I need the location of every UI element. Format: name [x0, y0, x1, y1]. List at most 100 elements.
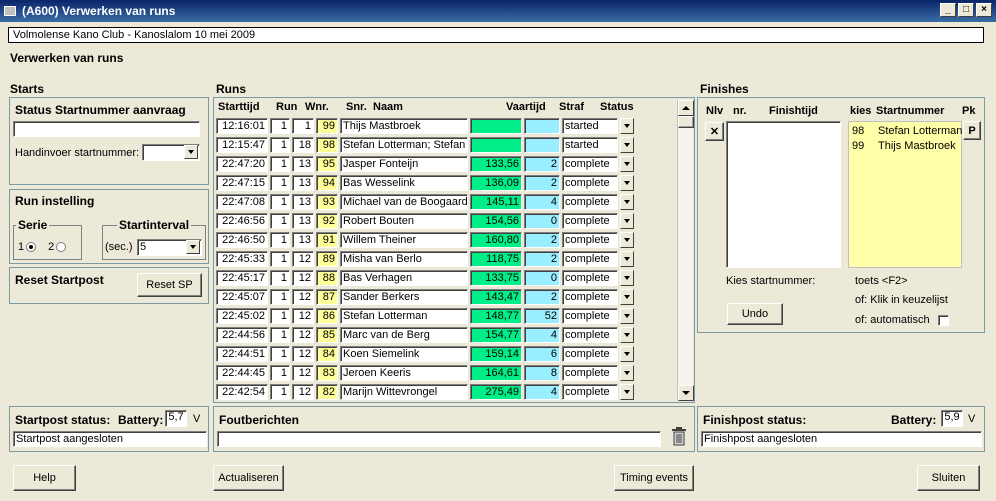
- naam-cell[interactable]: Bas Verhagen: [340, 270, 468, 286]
- wnr-cell[interactable]: 12: [292, 346, 314, 362]
- run-cell[interactable]: 1: [270, 365, 290, 381]
- reset-sp-button[interactable]: Reset SP: [137, 273, 202, 297]
- straf-cell[interactable]: 0: [524, 270, 560, 286]
- serie-1-radio[interactable]: [26, 242, 37, 252]
- run-cell[interactable]: 1: [270, 289, 290, 305]
- naam-cell[interactable]: Marijn Wittevrongel: [340, 384, 468, 400]
- naam-cell[interactable]: Marc van de Berg: [340, 327, 468, 343]
- vaartijd-cell[interactable]: 275,49: [470, 384, 522, 400]
- status-cell[interactable]: complete: [562, 194, 618, 210]
- naam-cell[interactable]: Misha van Berlo: [340, 251, 468, 267]
- chevron-down-icon[interactable]: [620, 346, 634, 362]
- wnr-cell[interactable]: 12: [292, 308, 314, 324]
- wnr-cell[interactable]: 1: [292, 118, 314, 134]
- straf-cell[interactable]: 4: [524, 384, 560, 400]
- run-cell[interactable]: 1: [270, 137, 290, 153]
- straf-cell[interactable]: 2: [524, 251, 560, 267]
- starttijd-cell[interactable]: 22:46:56: [216, 213, 268, 229]
- runs-scrollbar[interactable]: [677, 100, 694, 401]
- straf-cell[interactable]: 4: [524, 194, 560, 210]
- close-icon[interactable]: ×: [976, 3, 992, 17]
- starttijd-cell[interactable]: 22:47:20: [216, 156, 268, 172]
- snr-cell[interactable]: 87: [316, 289, 338, 305]
- vaartijd-cell[interactable]: 145,11: [470, 194, 522, 210]
- starttijd-cell[interactable]: 22:44:51: [216, 346, 268, 362]
- undo-button[interactable]: Undo: [727, 303, 783, 325]
- chevron-down-icon[interactable]: [620, 365, 634, 381]
- run-cell[interactable]: 1: [270, 384, 290, 400]
- run-cell[interactable]: 1: [270, 175, 290, 191]
- chevron-down-icon[interactable]: [620, 384, 634, 400]
- vaartijd-cell[interactable]: 154,56: [470, 213, 522, 229]
- status-cell[interactable]: complete: [562, 232, 618, 248]
- table-row[interactable]: 12:15:47 1 18 98 Stefan Lotterman; Stefan sta…: [216, 137, 634, 153]
- naam-cell[interactable]: Robert Bouten: [340, 213, 468, 229]
- scroll-up-icon[interactable]: [678, 100, 694, 116]
- chevron-down-icon[interactable]: [620, 270, 634, 286]
- chevron-down-icon[interactable]: [186, 240, 200, 254]
- naam-cell[interactable]: Jeroen Keeris: [340, 365, 468, 381]
- naam-cell[interactable]: Stefan Lotterman: [340, 308, 468, 324]
- auto-checkbox[interactable]: [938, 315, 949, 326]
- maximize-icon[interactable]: □: [958, 3, 974, 17]
- wnr-cell[interactable]: 12: [292, 289, 314, 305]
- straf-cell[interactable]: 6: [524, 346, 560, 362]
- straf-cell[interactable]: 8: [524, 365, 560, 381]
- wnr-cell[interactable]: 12: [292, 270, 314, 286]
- table-row[interactable]: 22:44:56 1 12 85 Marc van de Berg 154,77 4 comp…: [216, 327, 634, 343]
- snr-cell[interactable]: 99: [316, 118, 338, 134]
- choice-name[interactable]: Thijs Mastbroek: [878, 140, 956, 152]
- table-row[interactable]: 22:47:15 1 13 94 Bas Wesselink 136,09 2 complet…: [216, 175, 634, 191]
- chevron-down-icon[interactable]: [620, 213, 634, 229]
- table-row[interactable]: 22:45:17 1 12 88 Bas Verhagen 133,75 0 complete: [216, 270, 634, 286]
- chevron-down-icon[interactable]: [620, 118, 634, 134]
- status-field[interactable]: [13, 121, 200, 137]
- scroll-down-icon[interactable]: [678, 385, 694, 401]
- run-cell[interactable]: 1: [270, 118, 290, 134]
- snr-cell[interactable]: 85: [316, 327, 338, 343]
- table-row[interactable]: 22:45:33 1 12 89 Misha van Berlo 118,75 2 compl…: [216, 251, 634, 267]
- vaartijd-cell[interactable]: [470, 118, 522, 134]
- run-cell[interactable]: 1: [270, 270, 290, 286]
- table-row[interactable]: 12:16:01 1 1 99 Thijs Mastbroek started: [216, 118, 634, 134]
- vaartijd-cell[interactable]: 136,09: [470, 175, 522, 191]
- chevron-down-icon[interactable]: [620, 251, 634, 267]
- starttijd-cell[interactable]: 12:16:01: [216, 118, 268, 134]
- chevron-down-icon[interactable]: [620, 194, 634, 210]
- starttijd-cell[interactable]: 22:45:02: [216, 308, 268, 324]
- chevron-down-icon[interactable]: [620, 137, 634, 153]
- status-cell[interactable]: complete: [562, 289, 618, 305]
- wnr-cell[interactable]: 12: [292, 384, 314, 400]
- snr-cell[interactable]: 82: [316, 384, 338, 400]
- starttijd-cell[interactable]: 22:46:50: [216, 232, 268, 248]
- status-cell[interactable]: complete: [562, 327, 618, 343]
- wnr-cell[interactable]: 13: [292, 213, 314, 229]
- status-cell[interactable]: complete: [562, 213, 618, 229]
- table-row[interactable]: 22:45:07 1 12 87 Sander Berkers 143,47 2 comple…: [216, 289, 634, 305]
- run-cell[interactable]: 1: [270, 232, 290, 248]
- wnr-cell[interactable]: 18: [292, 137, 314, 153]
- vaartijd-cell[interactable]: 160,80: [470, 232, 522, 248]
- chevron-down-icon[interactable]: [620, 289, 634, 305]
- actualiseren-button[interactable]: Actualiseren: [213, 465, 284, 491]
- run-cell[interactable]: 1: [270, 194, 290, 210]
- wnr-cell[interactable]: 12: [292, 365, 314, 381]
- table-row[interactable]: 22:44:51 1 12 84 Koen Siemelink 159,14 6 comple…: [216, 346, 634, 362]
- choice-nr[interactable]: 99: [852, 140, 864, 152]
- status-cell[interactable]: complete: [562, 251, 618, 267]
- straf-cell[interactable]: [524, 137, 560, 153]
- snr-cell[interactable]: 95: [316, 156, 338, 172]
- wnr-cell[interactable]: 13: [292, 232, 314, 248]
- starttijd-cell[interactable]: 22:44:45: [216, 365, 268, 381]
- naam-cell[interactable]: Bas Wesselink: [340, 175, 468, 191]
- chevron-down-icon[interactable]: [620, 308, 634, 324]
- serie-2-radio[interactable]: [56, 242, 67, 252]
- naam-cell[interactable]: Willem Theiner: [340, 232, 468, 248]
- starttijd-cell[interactable]: 22:44:56: [216, 327, 268, 343]
- snr-cell[interactable]: 88: [316, 270, 338, 286]
- wnr-cell[interactable]: 13: [292, 194, 314, 210]
- status-cell[interactable]: complete: [562, 346, 618, 362]
- starttijd-cell[interactable]: 12:15:47: [216, 137, 268, 153]
- starttijd-cell[interactable]: 22:45:17: [216, 270, 268, 286]
- straf-cell[interactable]: 2: [524, 175, 560, 191]
